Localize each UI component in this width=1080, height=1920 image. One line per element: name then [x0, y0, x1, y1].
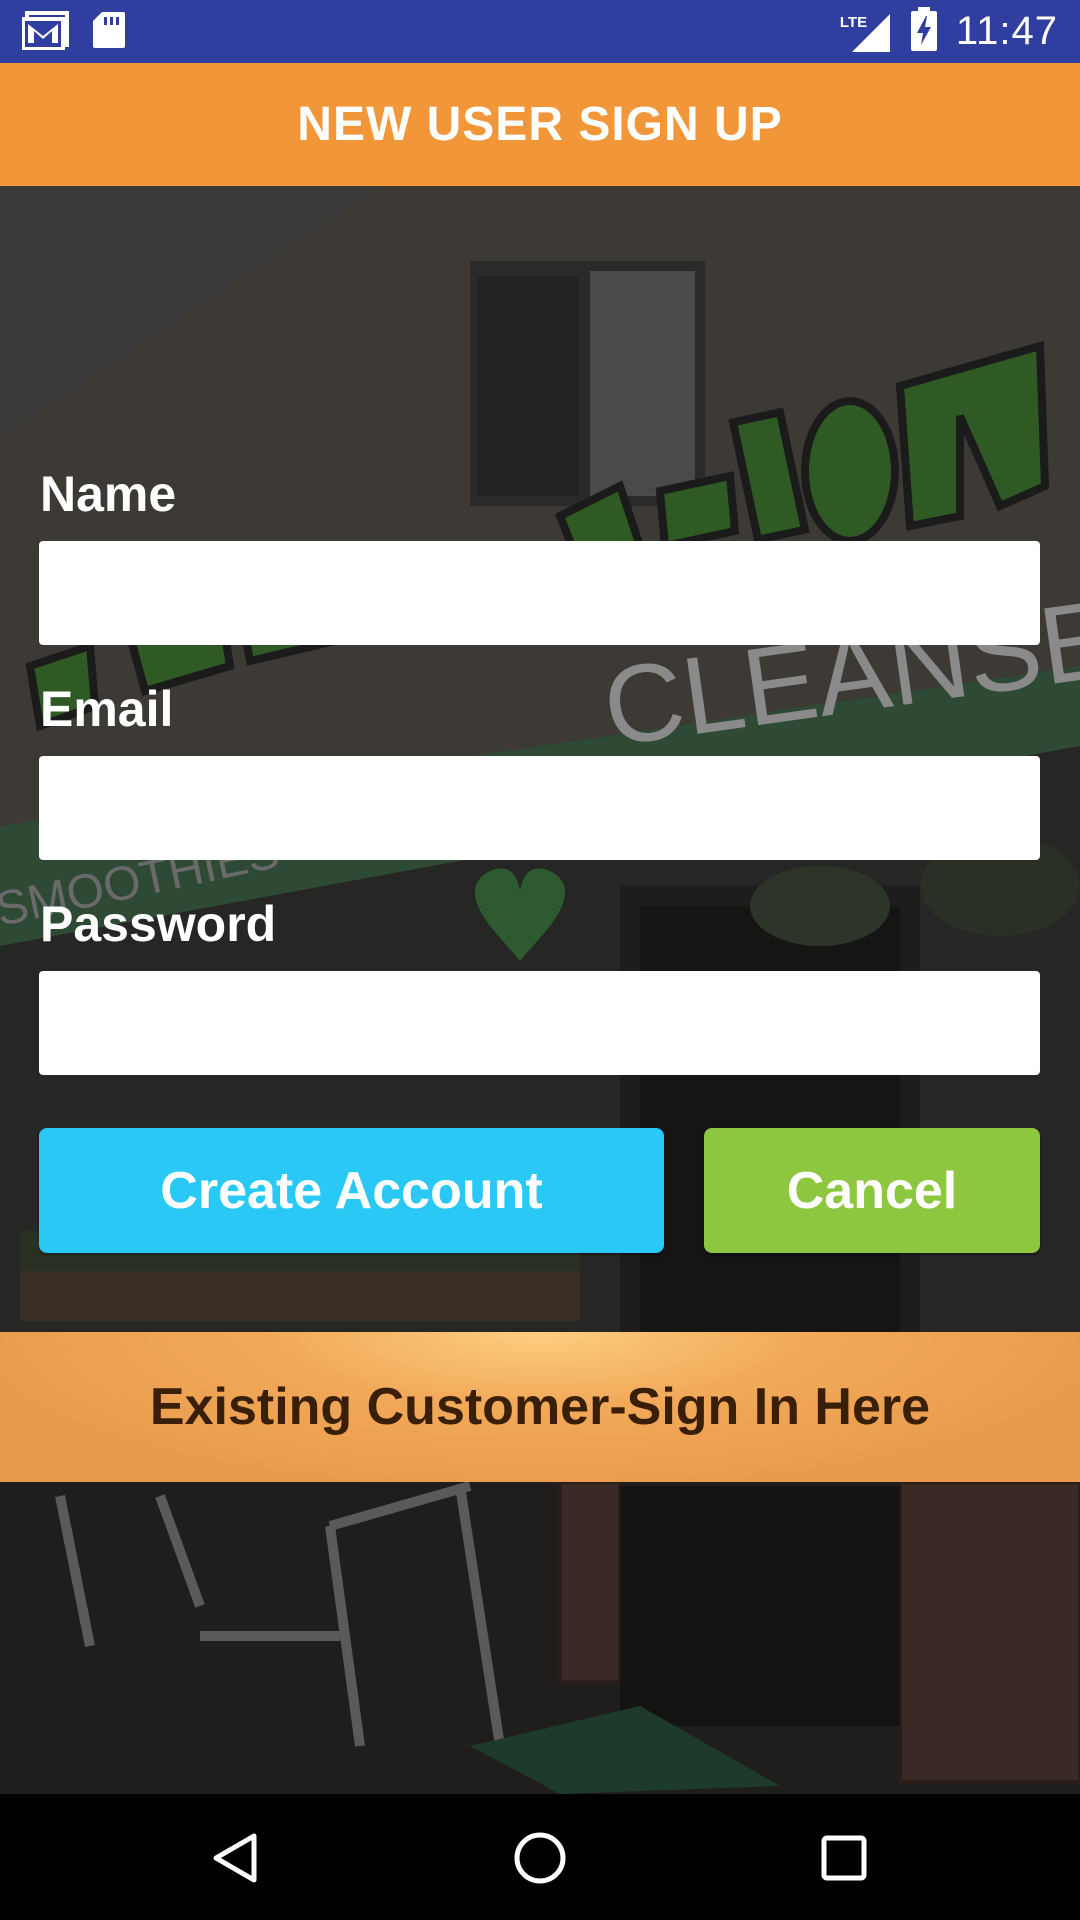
app-bar: NEW USER SIGN UP	[0, 63, 1080, 186]
gmail-icon	[21, 10, 70, 55]
status-bar: LTE 11:47	[0, 0, 1080, 63]
status-left-icons	[21, 10, 126, 55]
lte-signal-icon: LTE	[840, 10, 892, 54]
name-input[interactable]	[39, 541, 1040, 645]
back-icon[interactable]	[200, 1822, 272, 1894]
home-icon[interactable]	[504, 1822, 576, 1894]
email-label: Email	[40, 681, 174, 737]
cancel-label: Cancel	[786, 1161, 958, 1220]
password-input[interactable]	[39, 971, 1040, 1075]
signin-label: Existing Customer-Sign In Here	[149, 1378, 931, 1436]
create-account-button[interactable]: Create Account	[39, 1128, 664, 1253]
email-input[interactable]	[39, 756, 1040, 860]
clock: 11:47	[955, 9, 1058, 53]
name-label: Name	[40, 466, 177, 522]
battery-charging-icon	[910, 7, 938, 56]
status-right-icons: LTE 11:47	[840, 0, 1058, 63]
create-account-label: Create Account	[160, 1161, 543, 1220]
recents-icon[interactable]	[808, 1822, 880, 1894]
navigation-bar	[0, 1794, 1080, 1920]
sd-card-icon	[92, 10, 126, 55]
password-label: Password	[40, 896, 277, 952]
existing-customer-signin-button[interactable]: Existing Customer-Sign In Here	[0, 1332, 1080, 1482]
page-title: NEW USER SIGN UP	[297, 98, 783, 151]
cancel-button[interactable]: Cancel	[704, 1128, 1040, 1253]
network-type-label: LTE	[839, 13, 868, 31]
